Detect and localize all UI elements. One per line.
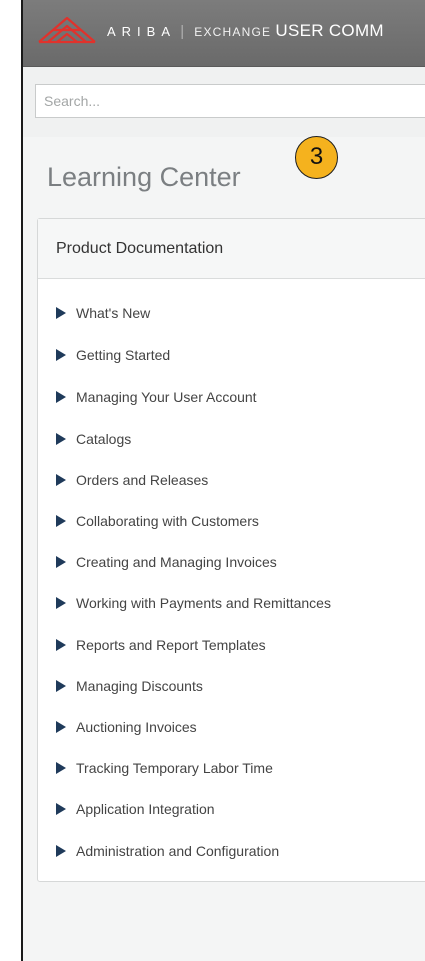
panel-header: Product Documentation bbox=[38, 219, 425, 279]
triangle-right-icon bbox=[56, 845, 66, 858]
search-bar bbox=[23, 67, 425, 137]
triangle-right-icon bbox=[56, 680, 66, 693]
topic-label: Administration and Configuration bbox=[76, 843, 280, 859]
topic-item-whats-new[interactable]: What's New bbox=[56, 302, 150, 324]
topic-item-collaborating-customers[interactable]: Collaborating with Customers bbox=[56, 510, 259, 532]
topic-item-administration-configuration[interactable]: Administration and Configuration bbox=[56, 840, 279, 862]
page-title: Learning Center bbox=[47, 162, 241, 192]
step-callout-badge: 3 bbox=[295, 136, 338, 179]
topic-item-getting-started[interactable]: Getting Started bbox=[56, 344, 170, 366]
search-input[interactable] bbox=[35, 84, 425, 118]
topic-label: What's New bbox=[76, 305, 151, 321]
triangle-right-icon bbox=[56, 762, 66, 775]
topic-label: Managing Discounts bbox=[76, 678, 203, 694]
topic-label: Collaborating with Customers bbox=[76, 513, 259, 529]
triangle-right-icon bbox=[56, 433, 66, 446]
product-documentation-panel: Product Documentation What's New Getting… bbox=[37, 218, 425, 882]
triangle-right-icon bbox=[56, 515, 66, 528]
topic-label: Getting Started bbox=[76, 347, 171, 363]
triangle-right-icon bbox=[56, 803, 66, 816]
topic-label: Reports and Report Templates bbox=[76, 637, 266, 653]
topic-label: Managing Your User Account bbox=[76, 389, 257, 405]
brand-exchange: EXCHANGE bbox=[194, 25, 272, 39]
topic-item-orders-releases[interactable]: Orders and Releases bbox=[56, 469, 208, 491]
topic-item-managing-user-account[interactable]: Managing Your User Account bbox=[56, 386, 257, 408]
brand-community: USER COMM bbox=[275, 21, 384, 40]
topic-label: Tracking Temporary Labor Time bbox=[76, 760, 273, 776]
topic-item-application-integration[interactable]: Application Integration bbox=[56, 798, 215, 820]
topic-label: Working with Payments and Remittances bbox=[76, 595, 331, 611]
triangle-right-icon bbox=[56, 721, 66, 734]
topic-item-reports-templates[interactable]: Reports and Report Templates bbox=[56, 634, 266, 656]
topic-item-auctioning-invoices[interactable]: Auctioning Invoices bbox=[56, 716, 197, 738]
topic-label: Creating and Managing Invoices bbox=[76, 554, 277, 570]
topic-item-managing-discounts[interactable]: Managing Discounts bbox=[56, 675, 203, 697]
ariba-logo-icon[interactable] bbox=[35, 14, 99, 46]
top-header-bar: ARIBA | EXCHANGE USER COMM bbox=[23, 0, 425, 67]
topic-item-temporary-labor-time[interactable]: Tracking Temporary Labor Time bbox=[56, 757, 273, 779]
triangle-right-icon bbox=[56, 474, 66, 487]
topic-label: Application Integration bbox=[76, 801, 215, 817]
topic-item-catalogs[interactable]: Catalogs bbox=[56, 428, 131, 450]
triangle-right-icon bbox=[56, 639, 66, 652]
brand-title[interactable]: ARIBA | EXCHANGE USER COMM bbox=[107, 20, 384, 43]
topic-label: Catalogs bbox=[76, 431, 132, 447]
triangle-right-icon bbox=[56, 307, 66, 320]
topic-item-creating-invoices[interactable]: Creating and Managing Invoices bbox=[56, 551, 277, 573]
app-window: ARIBA | EXCHANGE USER COMM Learning Cent… bbox=[21, 0, 425, 961]
triangle-right-icon bbox=[56, 556, 66, 569]
topic-label: Auctioning Invoices bbox=[76, 719, 197, 735]
brand-name: ARIBA bbox=[107, 24, 177, 39]
triangle-right-icon bbox=[56, 597, 66, 610]
brand-separator: | bbox=[180, 23, 185, 40]
triangle-right-icon bbox=[56, 391, 66, 404]
topic-label: Orders and Releases bbox=[76, 472, 209, 488]
topic-item-payments-remittances[interactable]: Working with Payments and Remittances bbox=[56, 592, 331, 614]
triangle-right-icon bbox=[56, 349, 66, 362]
